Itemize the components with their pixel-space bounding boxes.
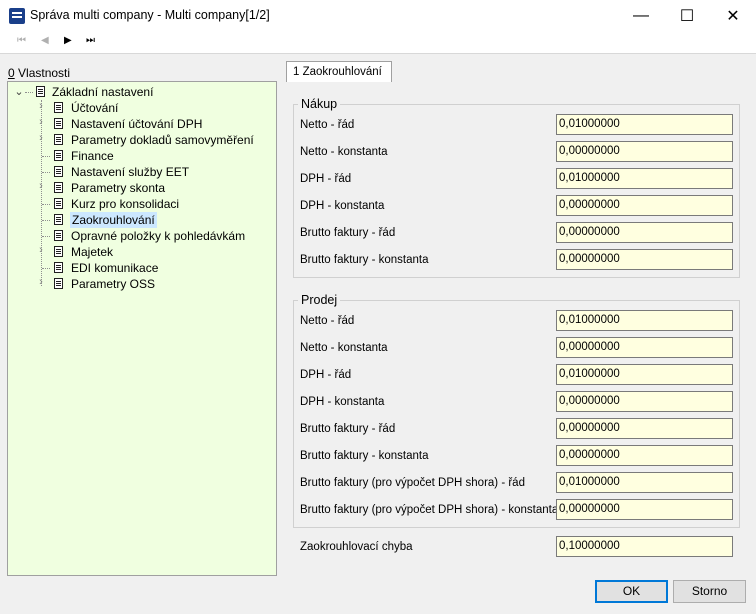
sales-vat-constant-field[interactable]: 0,00000000 xyxy=(556,391,733,412)
tree-item-root[interactable]: Základní nastavení xyxy=(52,84,153,100)
sales-gross-order-field[interactable]: 0,00000000 xyxy=(556,418,733,439)
purchase-gross-order-field[interactable]: 0,00000000 xyxy=(556,222,733,243)
purchase-net-order-field[interactable]: 0,01000000 xyxy=(556,114,733,135)
tree-line xyxy=(25,92,33,93)
last-record-icon[interactable]: ⏭ xyxy=(86,35,95,46)
purchase-vat-constant-label: DPH - konstanta xyxy=(300,200,385,212)
tree-item-assets[interactable]: Majetek xyxy=(71,244,113,260)
expand-chevron-icon[interactable]: › xyxy=(36,180,46,192)
tree-line xyxy=(42,156,50,157)
purchase-net-order-label: Netto - řád xyxy=(300,119,355,131)
window-title: Správa multi company - Multi company[1/2… xyxy=(30,8,270,22)
tree-item-edi[interactable]: EDI komunikace xyxy=(71,260,158,276)
sales-group-title: Prodej xyxy=(298,293,341,307)
sales-gross-order-label: Brutto faktury - řád xyxy=(300,423,396,435)
properties-label: 0 Vlastnosti xyxy=(8,66,71,80)
purchase-net-constant-field[interactable]: 0,00000000 xyxy=(556,141,733,162)
record-toolbar: ⏮ ◀ ▶ ⏭ xyxy=(0,31,756,53)
purchase-vat-constant-field[interactable]: 0,00000000 xyxy=(556,195,733,216)
tree-line xyxy=(42,172,50,173)
sales-gross-vat-top-order-label: Brutto faktury (pro výpočet DPH shora) -… xyxy=(300,477,525,489)
maximize-button[interactable]: ☐ xyxy=(664,0,710,31)
purchase-gross-order-label: Brutto faktury - řád xyxy=(300,227,396,239)
tree-line xyxy=(42,204,50,205)
tree-item-rounding[interactable]: Zaokrouhlování xyxy=(70,212,157,228)
first-record-icon[interactable]: ⏮ xyxy=(17,35,26,46)
purchase-net-constant-label: Netto - konstanta xyxy=(300,146,388,158)
cancel-button[interactable]: Storno xyxy=(673,580,746,603)
purchase-gross-constant-label: Brutto faktury - konstanta xyxy=(300,254,429,266)
tree-line xyxy=(42,220,50,221)
close-button[interactable]: ✕ xyxy=(710,0,756,31)
purchase-vat-order-label: DPH - řád xyxy=(300,173,352,185)
expand-chevron-icon[interactable]: › xyxy=(36,244,46,256)
minimize-button[interactable]: — xyxy=(618,0,664,31)
sales-vat-order-field[interactable]: 0,01000000 xyxy=(556,364,733,385)
sales-net-constant-label: Netto - konstanta xyxy=(300,342,388,354)
sales-gross-constant-label: Brutto faktury - konstanta xyxy=(300,450,429,462)
tree-item-receivable-adjustments[interactable]: Opravné položky k pohledávkám xyxy=(71,228,245,244)
tree-item-self-assessment[interactable]: Parametry dokladů samovyměření xyxy=(71,132,254,148)
expand-chevron-icon[interactable]: › xyxy=(36,100,46,112)
document-icon xyxy=(54,150,63,161)
sales-gross-vat-top-constant-field[interactable]: 0,00000000 xyxy=(556,499,733,520)
sales-gross-constant-field[interactable]: 0,00000000 xyxy=(556,445,733,466)
tree-item-discount[interactable]: Parametry skonta xyxy=(71,180,165,196)
tree-line xyxy=(42,268,50,269)
tree-item-finance[interactable]: Finance xyxy=(71,148,114,164)
sales-gross-vat-top-order-field[interactable]: 0,01000000 xyxy=(556,472,733,493)
tree-item-eet[interactable]: Nastavení služby EET xyxy=(71,164,189,180)
previous-record-icon[interactable]: ◀ xyxy=(41,35,49,46)
document-icon xyxy=(54,182,63,193)
app-icon xyxy=(9,8,25,24)
document-icon xyxy=(54,262,63,273)
tree-item-vat-accounting[interactable]: Nastavení účtování DPH xyxy=(71,116,202,132)
sales-net-constant-field[interactable]: 0,00000000 xyxy=(556,337,733,358)
settings-tree[interactable]: ⌄ Základní nastavení › Účtování › Nastav… xyxy=(7,81,277,576)
sales-vat-order-label: DPH - řád xyxy=(300,369,352,381)
purchase-group-title: Nákup xyxy=(298,97,341,111)
tree-item-ucetovani[interactable]: Účtování xyxy=(71,100,118,116)
rounding-error-label: Zaokrouhlovací chyba xyxy=(300,541,413,553)
document-icon xyxy=(54,214,63,225)
tree-item-oss[interactable]: Parametry OSS xyxy=(71,276,155,292)
purchase-gross-constant-field[interactable]: 0,00000000 xyxy=(556,249,733,270)
tab-rounding[interactable]: 1 Zaokrouhlování xyxy=(286,61,392,82)
document-icon xyxy=(54,102,63,113)
expand-chevron-icon[interactable]: › xyxy=(36,116,46,128)
document-icon xyxy=(54,134,63,145)
document-icon xyxy=(54,230,63,241)
document-icon xyxy=(54,246,63,257)
sales-net-order-label: Netto - řád xyxy=(300,315,355,327)
document-icon xyxy=(36,86,45,97)
sales-vat-constant-label: DPH - konstanta xyxy=(300,396,385,408)
next-record-icon[interactable]: ▶ xyxy=(64,35,72,46)
sales-net-order-field[interactable]: 0,01000000 xyxy=(556,310,733,331)
collapse-chevron-icon[interactable]: ⌄ xyxy=(14,85,24,98)
purchase-vat-order-field[interactable]: 0,01000000 xyxy=(556,168,733,189)
document-icon xyxy=(54,278,63,289)
expand-chevron-icon[interactable]: › xyxy=(36,132,46,144)
sales-gross-vat-top-constant-label: Brutto faktury (pro výpočet DPH shora) -… xyxy=(300,504,559,516)
tree-line xyxy=(42,236,50,237)
document-icon xyxy=(54,166,63,177)
tree-item-consolidation-rate[interactable]: Kurz pro konsolidaci xyxy=(71,196,179,212)
document-icon xyxy=(54,198,63,209)
title-bar: Správa multi company - Multi company[1/2… xyxy=(0,0,756,31)
sales-group xyxy=(293,300,740,528)
ok-button[interactable]: OK xyxy=(595,580,668,603)
document-icon xyxy=(54,118,63,129)
rounding-error-field[interactable]: 0,10000000 xyxy=(556,536,733,557)
expand-chevron-icon[interactable]: › xyxy=(36,276,46,288)
